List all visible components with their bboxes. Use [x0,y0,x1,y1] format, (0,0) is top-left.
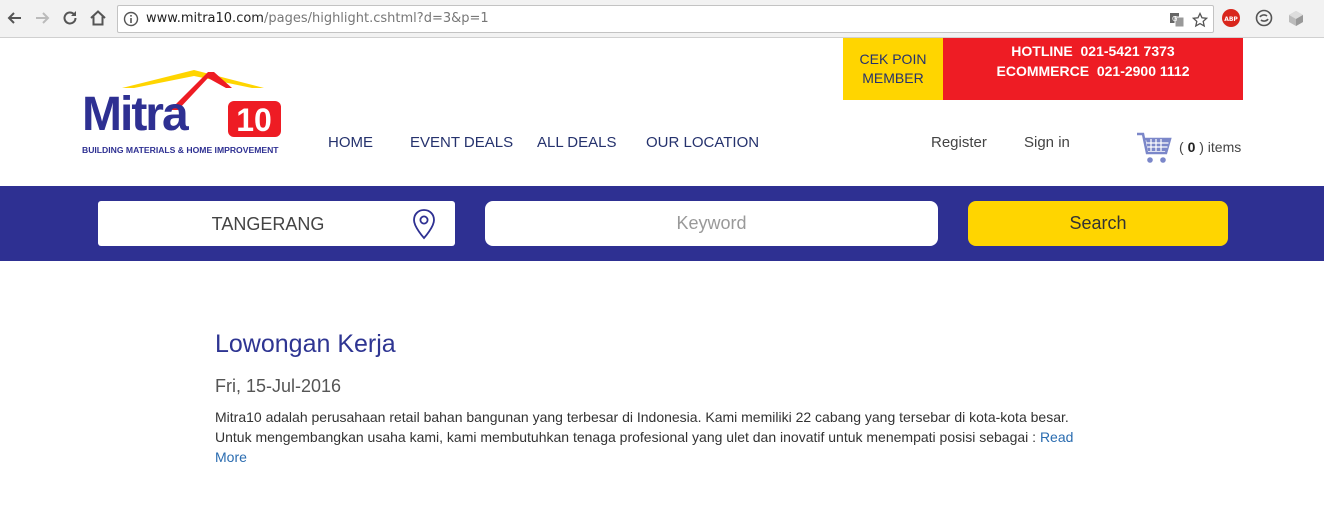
svg-text:G: G [1172,15,1177,23]
nav-home[interactable]: HOME [328,134,373,151]
logo-wordmark: Mitra [82,88,189,141]
adblock-label: ABP [1224,16,1238,23]
cart-count-text[interactable]: ( 0 ) items [1179,139,1241,155]
browser-toolbar: www.mitra10.com/pages/highlight.cshtml?d… [0,0,1324,38]
cek-poin-line1: CEK POIN [859,51,927,67]
info-icon[interactable] [123,11,139,32]
location-value: TANGERANG [211,214,325,234]
url-host: www.mitra10.com [146,11,264,26]
hotline-banner: HOTLINE 021-5421 7373 ECOMMERCE 021-2900… [943,38,1243,100]
nav-our-location[interactable]: OUR LOCATION [646,134,759,151]
article-excerpt: Mitra10 adalah perusahaan retail bahan b… [215,407,1095,467]
location-selector[interactable]: TANGERANG [98,201,455,246]
keyword-input[interactable] [485,201,938,246]
nav-all-deals[interactable]: ALL DEALS [537,134,617,151]
url-path: /pages/highlight.cshtml?d=3&p=1 [263,11,489,26]
article-title[interactable]: Lowongan Kerja [215,330,396,359]
article-date: Fri, 15-Jul-2016 [215,376,342,396]
back-icon[interactable] [4,7,26,29]
cube-extension-icon[interactable] [1287,9,1305,27]
search-bar: TANGERANG Search [0,186,1324,261]
ecommerce-line: ECOMMERCE 021-2900 1112 [996,63,1190,79]
reload-icon[interactable] [59,7,81,29]
address-bar[interactable]: www.mitra10.com/pages/highlight.cshtml?d… [117,5,1214,33]
logo-tagline: BUILDING MATERIALS & HOME IMPROVEMENT [82,145,279,155]
cart-icon[interactable] [1136,130,1172,166]
logo-number: 10 [236,102,272,138]
nav-event-deals[interactable]: EVENT DEALS [410,134,513,151]
search-button[interactable]: Search [968,201,1228,246]
home-icon[interactable] [87,7,109,29]
adblock-icon[interactable]: ABP [1222,9,1240,27]
mitra10-logo[interactable]: Mitra 10 BUILDING MATERIALS & HOME IMPRO… [82,68,282,156]
translate-icon[interactable]: G [1169,12,1185,33]
article-body-text: Mitra10 adalah perusahaan retail bahan b… [215,409,1069,445]
cart-open: ( [1179,139,1184,155]
register-link[interactable]: Register [931,134,987,151]
hotline-line: HOTLINE 021-5421 7373 [1011,43,1175,59]
location-pin-icon [410,208,438,245]
cek-poin-line2: MEMBER [862,70,924,86]
sync-extension-icon[interactable] [1255,9,1273,27]
url-text: www.mitra10.com/pages/highlight.cshtml?d… [146,11,489,26]
cart-items-label: ) items [1199,139,1242,155]
cek-poin-member-button[interactable]: CEK POIN MEMBER [843,38,943,100]
cart-count: 0 [1187,139,1196,155]
bookmark-star-icon[interactable] [1191,11,1209,33]
sign-in-link[interactable]: Sign in [1024,134,1070,151]
forward-icon[interactable] [31,7,53,29]
